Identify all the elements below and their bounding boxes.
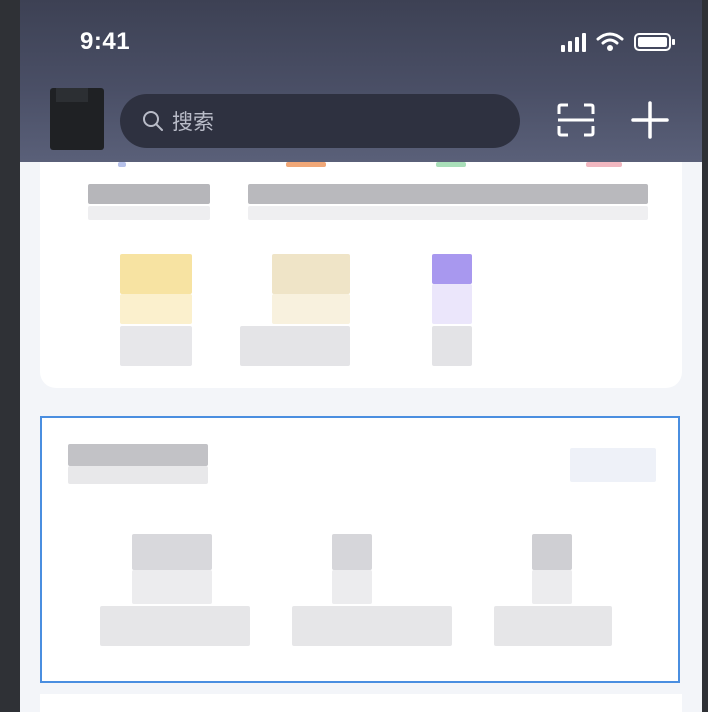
blurred-icon — [120, 294, 192, 324]
wifi-icon — [596, 32, 624, 51]
blurred-link[interactable] — [570, 448, 656, 482]
blurred-icon — [432, 284, 472, 324]
avatar[interactable] — [50, 88, 104, 150]
status-time: 9:41 — [80, 28, 131, 55]
blurred-label — [432, 326, 472, 366]
blurred-text — [248, 206, 648, 220]
blurred-label — [240, 326, 350, 366]
tab-indicator — [586, 162, 622, 167]
plus-icon[interactable] — [630, 100, 670, 140]
tab-indicator — [118, 162, 126, 167]
tab-indicator — [436, 162, 466, 167]
next-card-edge — [40, 694, 682, 712]
blurred-icon — [132, 570, 212, 604]
blurred-icon[interactable] — [272, 254, 350, 294]
blurred-text — [88, 206, 210, 220]
blurred-text — [88, 184, 210, 204]
signal-icon — [561, 32, 586, 52]
blurred-label — [292, 606, 452, 646]
search-placeholder: 搜索 — [172, 111, 214, 134]
scan-icon[interactable] — [556, 102, 596, 138]
search-icon — [143, 111, 163, 131]
blurred-label — [494, 606, 612, 646]
blurred-icon — [272, 294, 350, 324]
highlighted-card[interactable] — [40, 416, 680, 683]
blurred-icon — [532, 570, 572, 604]
app-header: 9:41 搜索 — [20, 0, 702, 162]
blurred-icon — [332, 570, 372, 604]
blurred-label — [120, 326, 192, 366]
blurred-title — [68, 444, 208, 466]
feature-card — [40, 162, 682, 388]
battery-icon — [634, 33, 675, 51]
blurred-icon[interactable] — [532, 534, 572, 570]
blurred-icon[interactable] — [132, 534, 212, 570]
status-icons — [561, 32, 676, 52]
blurred-title — [68, 466, 208, 484]
blurred-label — [100, 606, 250, 646]
blurred-text — [248, 184, 648, 204]
phone-screen: 9:41 搜索 — [20, 0, 702, 712]
search-input[interactable]: 搜索 — [120, 94, 520, 148]
blurred-icon[interactable] — [432, 254, 472, 284]
blurred-icon[interactable] — [120, 254, 192, 294]
tab-indicator — [286, 162, 326, 167]
blurred-icon[interactable] — [332, 534, 372, 570]
